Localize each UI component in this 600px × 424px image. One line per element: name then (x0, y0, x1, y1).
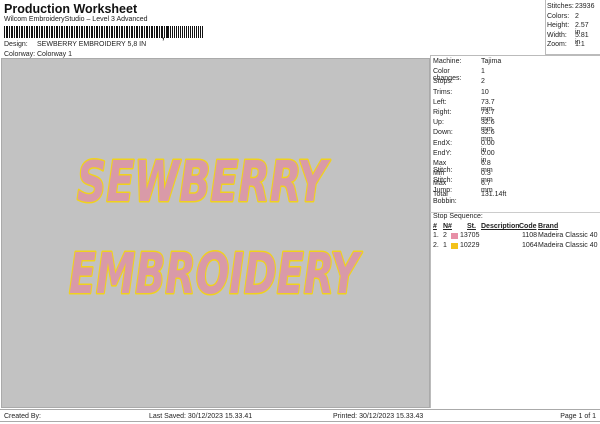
barcode-separator: , (162, 31, 165, 41)
stop-row: 2. 1 10229 1064 Madeira Classic 40 (430, 242, 600, 251)
color-swatch (451, 243, 458, 249)
info-label: EndX: (433, 139, 453, 147)
stop-row: 1. 2 13705 1108 Madeira Classic 40 (430, 232, 600, 241)
color-swatch (451, 233, 458, 239)
info-label: Trims: (433, 88, 453, 96)
stat-label: Width: (547, 31, 567, 39)
colorway-label: Colorway: (4, 51, 36, 58)
thread-code: 1064 (522, 242, 538, 249)
barcode-2 (168, 26, 203, 38)
footer: Created By: Last Saved: 30/12/2023 15.33… (0, 409, 600, 422)
stat-label: Zoom: (547, 41, 567, 49)
colorway-value: Colorway 1 (37, 51, 73, 58)
stat-label: Stitches: (547, 3, 574, 10)
design-text-line1: SEWBERRY (77, 150, 331, 215)
thread-brand: Madeira Classic 40 (538, 242, 598, 249)
design-text-line2: EMBROIDERY (69, 242, 363, 307)
page-number: Page 1 of 1 (560, 413, 596, 420)
stat-value: 1:1 (575, 41, 585, 49)
page-title: Production Worksheet (4, 2, 138, 16)
software-name: Wilcom EmbroideryStudio – Level 3 Advanc… (4, 16, 148, 23)
info-value: Tajima (481, 58, 502, 65)
stat-value: 23936 (575, 3, 595, 10)
info-value: 131.14ft (481, 190, 507, 198)
info-label: Machine: (433, 58, 462, 65)
col-brand: Brand (538, 223, 559, 230)
info-label: Up: (433, 119, 444, 127)
thread-code: 1108 (522, 232, 538, 239)
stat-label: Colors: (547, 12, 570, 20)
stop-num: 1. (433, 232, 439, 239)
embroidery-design: SEWBERRY EMBROIDERY (68, 149, 365, 309)
info-label: Left: (433, 98, 447, 106)
info-value: 2 (481, 78, 485, 86)
stat-value: 2 (575, 12, 579, 20)
col-description: Description (481, 223, 520, 230)
stop-num: 2. (433, 242, 439, 249)
stat-label: Height: (547, 22, 570, 30)
design-preview: SEWBERRY EMBROIDERY (1, 58, 430, 408)
design-value: SEWBERRY EMBROIDERY 5,8 IN (37, 41, 147, 48)
printed: Printed: 30/12/2023 15.33.43 (333, 413, 424, 420)
info-label: Stops: (433, 78, 453, 86)
col-code: Code (519, 223, 537, 230)
col-num: # (433, 223, 437, 230)
info-label: Total Bobbin: (433, 190, 457, 205)
info-label: EndY: (433, 149, 452, 157)
info-value: 10 (481, 88, 489, 96)
needle: 1 (443, 242, 447, 249)
last-saved: Last Saved: 30/12/2023 15.33.41 (149, 413, 253, 420)
thread-brand: Madeira Classic 40 (538, 232, 598, 239)
col-st: St. (467, 223, 476, 230)
needle: 2 (443, 232, 447, 239)
info-label: Down: (433, 129, 453, 137)
stop-sequence-title: Stop Sequence: (433, 213, 483, 220)
info-value: 1 (481, 68, 485, 76)
stitch-count: 10229 (460, 242, 480, 249)
col-n: N# (443, 223, 452, 230)
info-label: Right: (433, 109, 452, 116)
design-label: Design: (4, 41, 28, 48)
stitch-count: 13705 (460, 232, 480, 239)
created-by: Created By: (4, 413, 41, 420)
